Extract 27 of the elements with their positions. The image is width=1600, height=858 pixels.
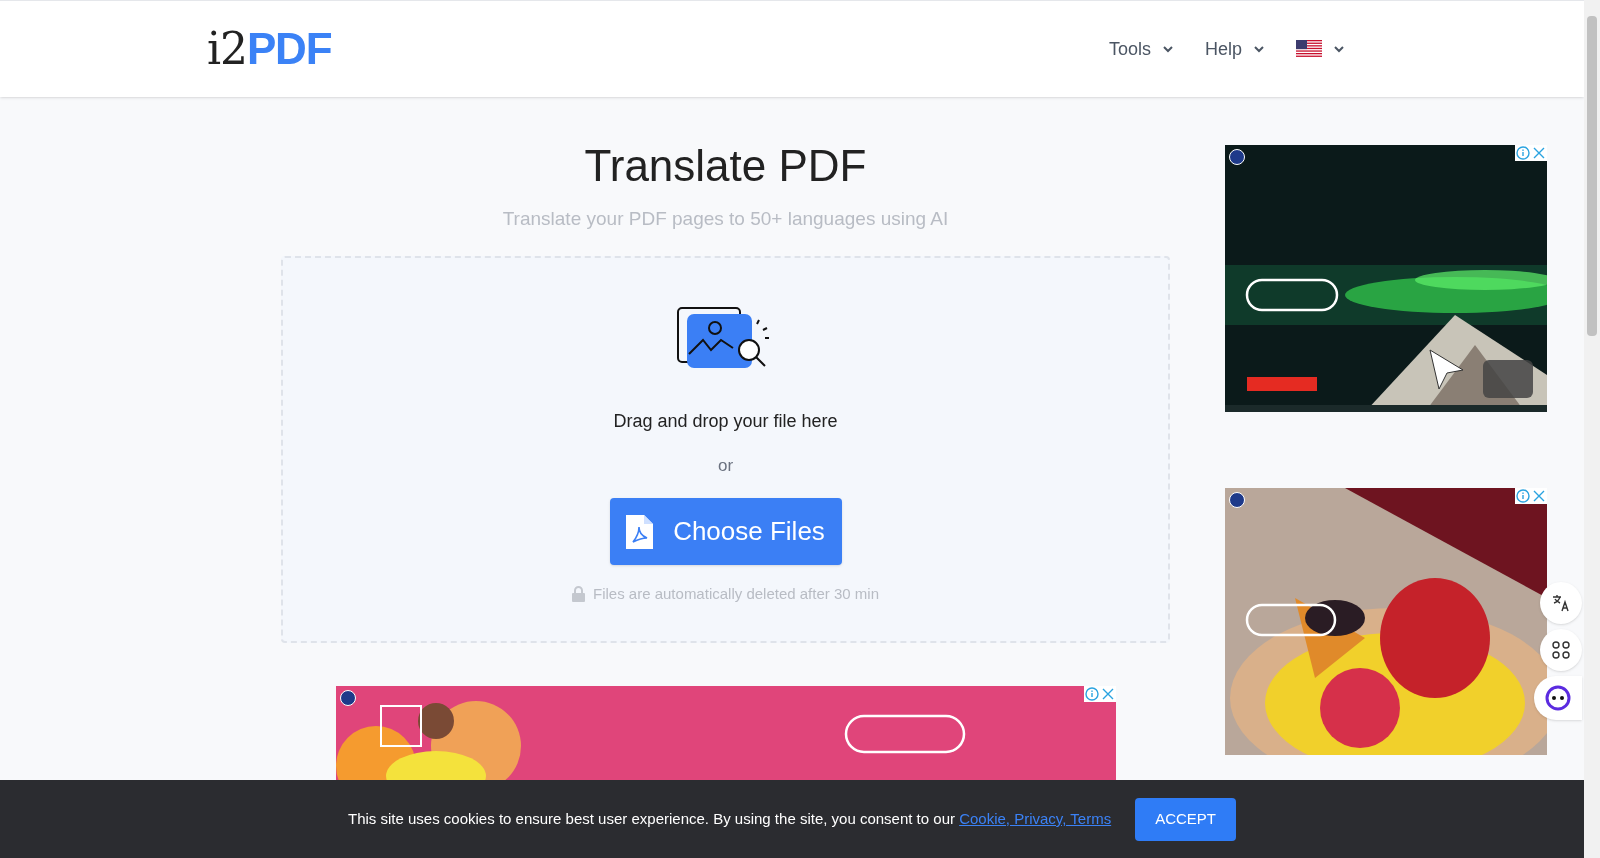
- page-title: Translate PDF: [584, 141, 867, 191]
- choose-files-button[interactable]: Choose Files: [609, 498, 842, 565]
- chevron-down-icon: [1162, 45, 1173, 53]
- nav-menu[interactable]: Help: [1204, 35, 1264, 63]
- scrollbar[interactable]: [1584, 0, 1600, 858]
- logo[interactable]: i2PDF: [207, 27, 332, 71]
- pdf-file-icon: [626, 514, 654, 549]
- cookie-message: This site uses cookies to ensure best user experience. By using the site, you consent to our Cookie, Privacy, Terms: [348, 808, 1112, 829]
- drop-prompt: Drag and drop your file here: [613, 409, 838, 433]
- privacy-note: Files are automatically deleted after 30 min: [593, 584, 879, 604]
- page-subtitle: Translate your PDF pages to 50+ languages using AI: [502, 207, 949, 231]
- or-separator: or: [717, 454, 734, 477]
- translate-icon[interactable]: [1540, 582, 1582, 624]
- language-selector[interactable]: [1296, 40, 1344, 58]
- chevron-down-icon: [1334, 45, 1344, 53]
- chevron-down-icon: [1254, 45, 1264, 53]
- lock-icon: [572, 586, 585, 603]
- accept-button[interactable]: ACCEPT: [1135, 797, 1236, 841]
- ad-close-icon[interactable]: [1515, 488, 1547, 504]
- us-flag-icon: [1296, 40, 1322, 58]
- nav-menu[interactable]: Tools: [1108, 35, 1173, 63]
- policy-link[interactable]: Cookie, Privacy, Terms: [959, 809, 1112, 827]
- apps-icon[interactable]: [1540, 629, 1582, 671]
- ad-close-icon[interactable]: [1515, 145, 1547, 161]
- ad-close-icon[interactable]: [1083, 685, 1116, 702]
- drop-zone[interactable]: Drag and drop your file here or Choose Files Files are automatically deleted after 30 min: [281, 255, 1170, 643]
- assistant-icon[interactable]: [1534, 676, 1582, 720]
